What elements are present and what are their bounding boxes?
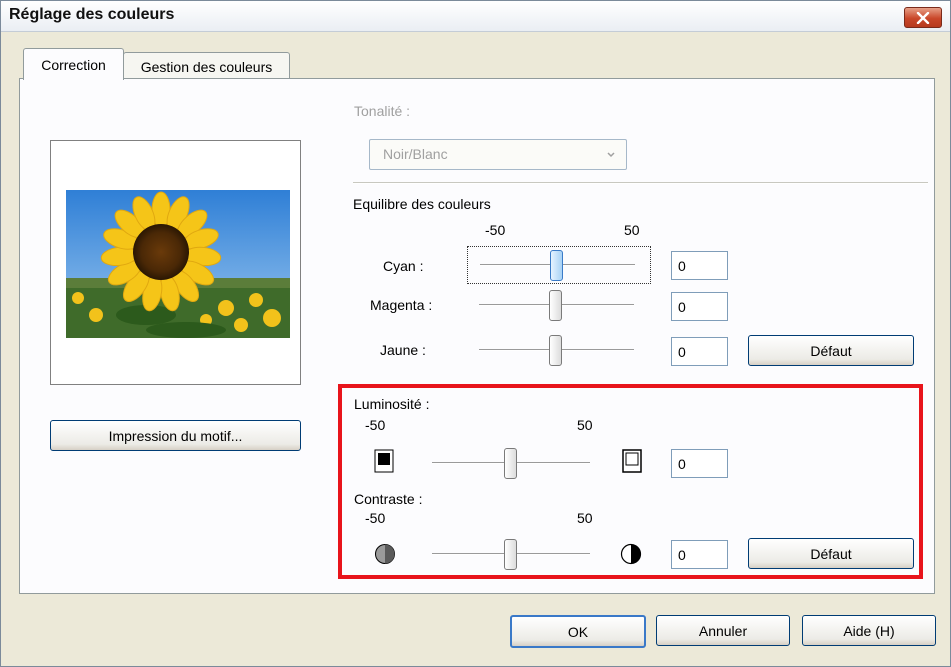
magenta-label: Magenta :: [370, 297, 433, 313]
close-button[interactable]: [904, 7, 942, 28]
tab-gestion-des-couleurs[interactable]: Gestion des couleurs: [123, 52, 290, 81]
tab-correction[interactable]: Correction: [23, 48, 124, 80]
magenta-value-field[interactable]: 0: [671, 292, 728, 321]
print-pattern-button[interactable]: Impression du motif...: [50, 420, 301, 451]
cyan-slider-thumb[interactable]: [550, 250, 563, 281]
highlight-box: [338, 384, 923, 579]
title-bar: Réglage des couleurs: [1, 1, 950, 32]
help-button[interactable]: Aide (H): [802, 615, 936, 646]
color-balance-title: Equilibre des couleurs: [353, 196, 491, 212]
cyan-slider[interactable]: [467, 246, 651, 284]
jaune-slider[interactable]: [467, 332, 649, 368]
close-icon: [916, 11, 930, 24]
jaune-slider-thumb[interactable]: [549, 335, 562, 366]
magenta-slider-thumb[interactable]: [549, 290, 562, 321]
cancel-button[interactable]: Annuler: [656, 615, 790, 646]
ok-button[interactable]: OK: [510, 615, 646, 648]
magenta-slider[interactable]: [467, 287, 649, 323]
tonalite-select[interactable]: Noir/Blanc: [369, 139, 627, 170]
jaune-label: Jaune :: [380, 342, 426, 358]
tonalite-label: Tonalité :: [354, 103, 411, 119]
color-balance-scale-max: 50: [624, 222, 640, 238]
window-title: Réglage des couleurs: [9, 6, 175, 23]
tonalite-selected-value: Noir/Blanc: [383, 146, 448, 162]
separator: [353, 182, 928, 184]
chevron-down-icon: [607, 152, 615, 158]
cyan-label: Cyan :: [383, 258, 424, 274]
color-balance-scale-min: -50: [485, 222, 506, 238]
color-balance-default-button[interactable]: Défaut: [748, 335, 914, 366]
jaune-value-field[interactable]: 0: [671, 337, 728, 366]
sunflower-preview-image: [66, 190, 290, 338]
cyan-value-field[interactable]: 0: [671, 251, 728, 280]
